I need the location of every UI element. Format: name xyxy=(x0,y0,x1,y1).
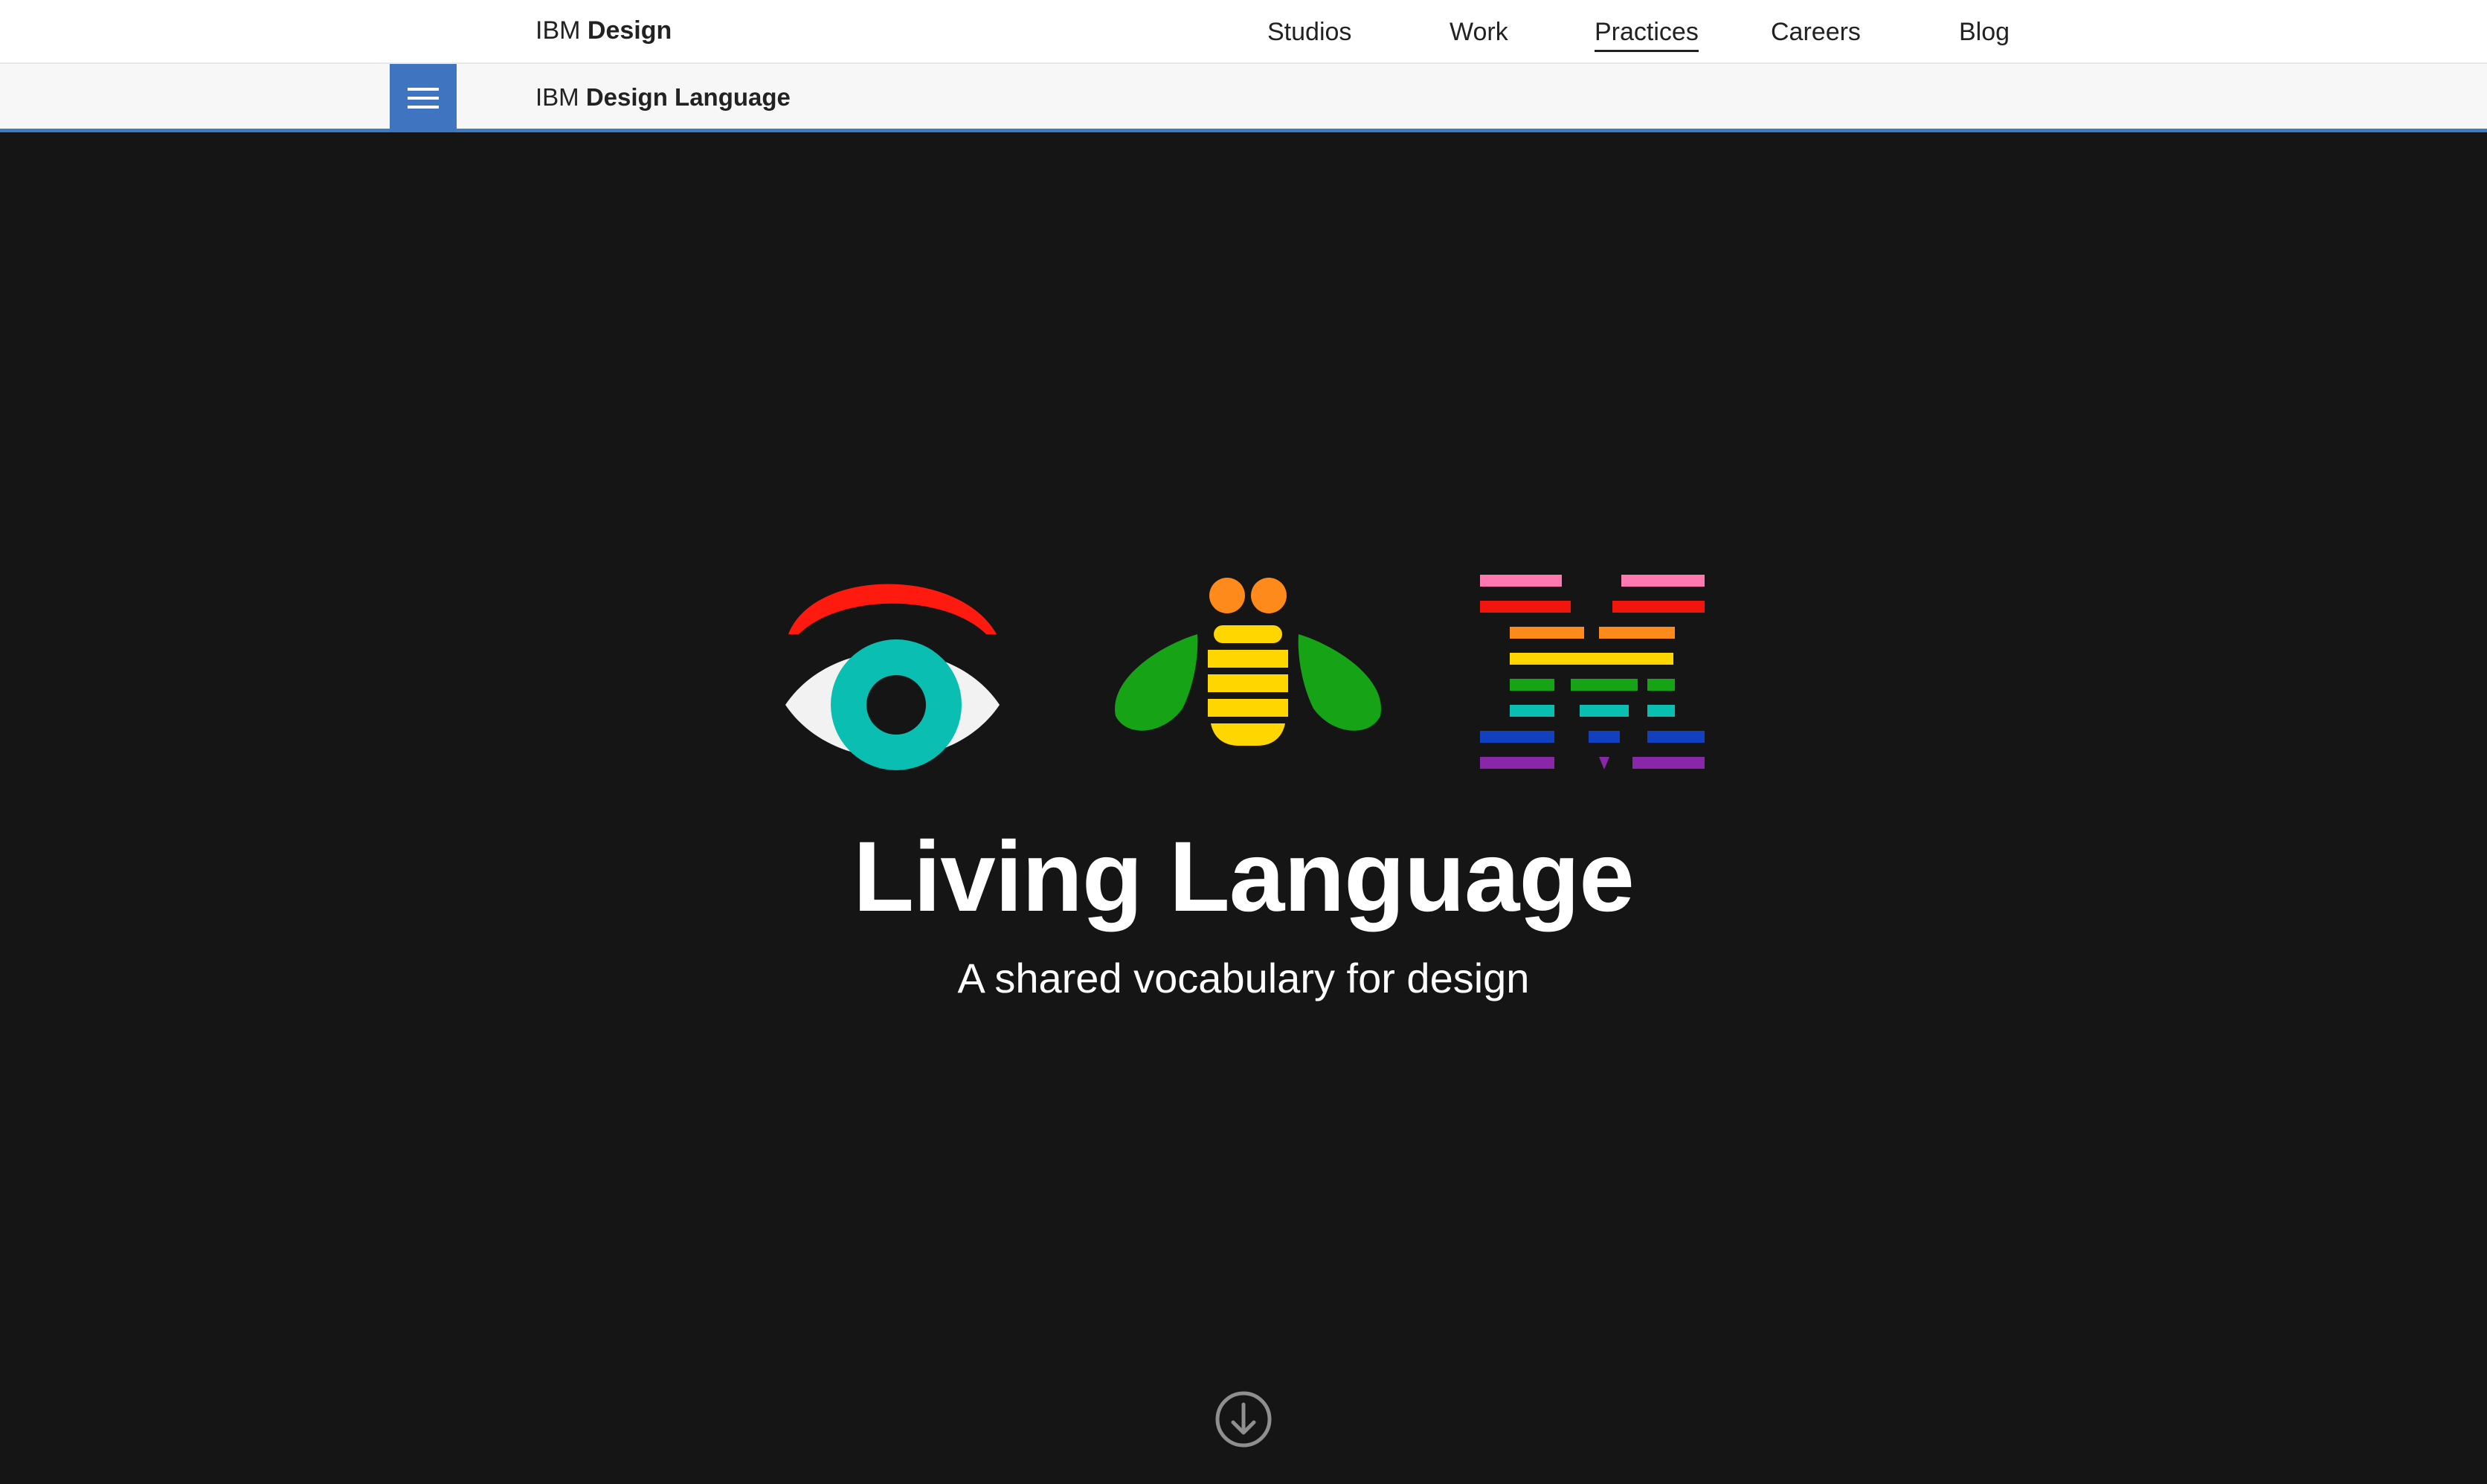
hero-subtitle: A shared vocabulary for design xyxy=(957,955,1530,1001)
ibm-design-language-link[interactable]: IBM Design Language xyxy=(535,83,791,112)
eye-bee-m-logo xyxy=(785,575,1705,770)
bee-icon xyxy=(1115,578,1381,746)
ibm-design-home-link[interactable]: IBM Design xyxy=(535,16,672,45)
nav-link-work[interactable]: Work xyxy=(1450,18,1508,50)
nav-link-careers[interactable]: Careers xyxy=(1771,18,1861,50)
striped-m-icon xyxy=(1480,575,1705,770)
nav-link-studios[interactable]: Studios xyxy=(1267,18,1351,50)
brand-name: Design xyxy=(587,16,672,45)
hamburger-menu-icon-bar xyxy=(408,97,439,100)
hamburger-menu-icon xyxy=(408,88,439,91)
subbrand-prefix: IBM xyxy=(535,83,579,111)
hero-title: Living Language xyxy=(853,822,1635,932)
nav-link-practices[interactable]: Practices xyxy=(1595,18,1699,52)
sub-navigation: IBM Design Language xyxy=(0,64,2487,132)
hero-section: Living Language A shared vocabulary for … xyxy=(0,136,2487,1484)
eye-icon xyxy=(785,584,1000,770)
brand-prefix: IBM xyxy=(535,16,581,45)
subbrand-name: Design Language xyxy=(585,83,791,111)
nav-link-blog[interactable]: Blog xyxy=(1959,18,2010,50)
hamburger-menu-icon-bar xyxy=(408,106,439,109)
arrow-down-circle-icon[interactable] xyxy=(1215,1391,1272,1448)
top-navigation: IBM Design Studios Work Practices Career… xyxy=(0,0,2487,64)
menu-button[interactable] xyxy=(390,64,457,132)
